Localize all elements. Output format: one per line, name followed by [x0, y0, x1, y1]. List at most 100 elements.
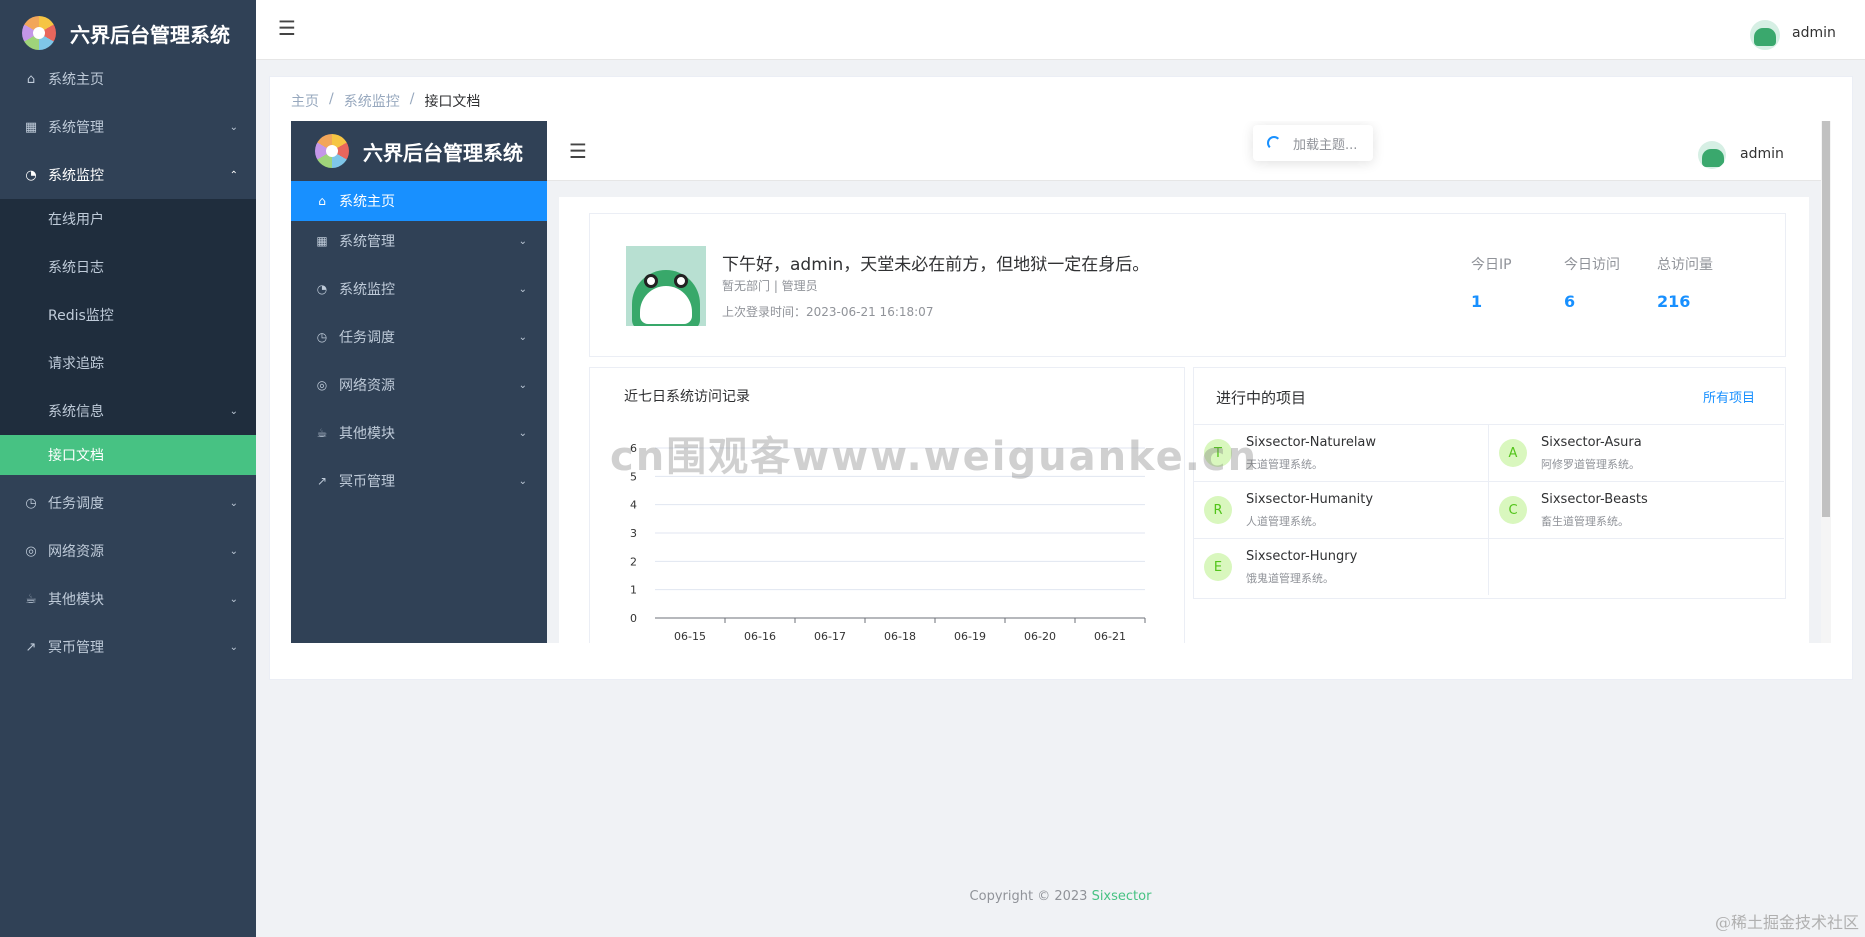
corner-watermark: @稀土掘金技术社区: [1714, 913, 1859, 932]
breadcrumb-monitor[interactable]: 系统监控: [344, 91, 400, 111]
project-item-empty: [1489, 538, 1784, 595]
last-login: 上次登录时间：2023-06-21 16:18:07: [722, 305, 934, 319]
sidebar-item-system-monitor[interactable]: ◔ 系统监控 ⌃: [0, 151, 256, 199]
sidebar-sub-online-users[interactable]: 在线用户: [0, 195, 256, 243]
inner-item-coin[interactable]: ↗ 冥币管理 ⌄: [291, 461, 547, 501]
stat-total-visits: 总访问量 216: [1657, 254, 1737, 311]
sidebar-sub-label: Redis监控: [48, 308, 114, 324]
project-item[interactable]: A Sixsector-Asura 阿修罗道管理系统。: [1489, 424, 1784, 481]
compass-icon: ◎: [25, 543, 37, 559]
sidebar-item-label: 任务调度: [48, 496, 104, 512]
sidebar-sub-system-info[interactable]: 系统信息 ⌄: [0, 387, 256, 435]
app-title: 六界后台管理系统: [70, 22, 230, 47]
inner-app-title: 六界后台管理系统: [363, 140, 523, 165]
sidebar-sub-label: 请求追踪: [48, 356, 104, 372]
inner-item-other[interactable]: ☕ 其他模块 ⌄: [291, 413, 547, 453]
project-desc: 阿修罗道管理系统。: [1541, 458, 1640, 471]
compass-icon: ◎: [316, 378, 328, 392]
avatar[interactable]: [1750, 20, 1780, 50]
chevron-down-icon: ⌄: [229, 497, 238, 509]
inner-item-system-monitor[interactable]: ◔ 系统监控 ⌄: [291, 269, 547, 309]
project-item[interactable]: C Sixsector-Beasts 畜生道管理系统。: [1489, 481, 1784, 538]
sidebar-sub-redis[interactable]: Redis监控: [0, 291, 256, 339]
grid-icon: ▦: [316, 234, 328, 248]
chevron-down-icon: ⌄: [518, 427, 527, 439]
sidebar-item-system-manage[interactable]: ▦ 系统管理 ⌄: [0, 103, 256, 151]
sidebar: 六界后台管理系统 ⌂ 系统主页 ▦ 系统管理 ⌄ ◔ 系统监控 ⌃ 在线用户 系…: [0, 0, 256, 937]
welcome-card: 下午好，admin，天堂未必在前方，但地狱一定在身后。 暂无部门 | 管理员 上…: [589, 213, 1786, 357]
inner-item-network[interactable]: ◎ 网络资源 ⌄: [291, 365, 547, 405]
home-icon: ⌂: [26, 71, 36, 87]
menu-fold-icon[interactable]: ☰: [569, 139, 587, 163]
x-tick-label: 06-15: [674, 630, 706, 643]
sidebar-sub-api-docs[interactable]: 接口文档: [0, 435, 256, 475]
scrollbar-thumb[interactable]: [1822, 121, 1830, 517]
scrollbar[interactable]: [1821, 121, 1831, 643]
inner-item-system-manage[interactable]: ▦ 系统管理 ⌄: [291, 221, 547, 261]
x-tick-label: 06-19: [954, 630, 986, 643]
sidebar-item-coin[interactable]: ↗ 冥币管理 ⌄: [0, 623, 256, 671]
stat-today-ip: 今日IP 1: [1471, 254, 1551, 311]
project-icon: A: [1499, 439, 1527, 467]
inner-logo[interactable]: 六界后台管理系统: [291, 121, 547, 181]
home-icon: ⌂: [318, 194, 326, 208]
inner-item-label: 其他模块: [339, 426, 395, 442]
visit-chart: 012345606-15 06-16 06-17 06-18 06-19 06-20 06-…: [630, 442, 1146, 643]
user-name[interactable]: admin: [1792, 25, 1836, 41]
chevron-down-icon: ⌄: [229, 641, 238, 653]
chevron-up-icon: ⌃: [229, 169, 238, 181]
chevron-down-icon: ⌄: [229, 405, 238, 417]
stat-label: 今日访问: [1564, 257, 1620, 273]
y-tick-label: 0: [630, 612, 637, 625]
chevron-down-icon: ⌄: [518, 235, 527, 247]
projects-title: 进行中的项目: [1216, 389, 1307, 407]
trend-icon: ↗: [25, 639, 37, 655]
sidebar-item-task[interactable]: ◷ 任务调度 ⌄: [0, 479, 256, 527]
project-desc: 饿鬼道管理系统。: [1246, 572, 1334, 585]
sidebar-item-home[interactable]: ⌂ 系统主页: [0, 55, 256, 103]
spinner-icon: [1267, 136, 1281, 150]
avatar[interactable]: [1698, 141, 1726, 169]
project-item[interactable]: R Sixsector-Humanity 人道管理系统。: [1194, 481, 1489, 538]
chart-panel: 近七日系统访问记录 0 1 2 3 4 5 6 06-15 06-16 06-17 06-18 06-…: [589, 367, 1185, 643]
dashboard-icon: ◔: [25, 167, 37, 183]
all-projects-link[interactable]: 所有项目: [1703, 387, 1755, 406]
breadcrumb-current: 接口文档: [424, 94, 481, 110]
stat-value: 216: [1657, 292, 1691, 311]
sidebar-sub-system-log[interactable]: 系统日志: [0, 243, 256, 291]
x-tick-label: 06-21: [1094, 630, 1126, 643]
inner-item-label: 系统监控: [339, 282, 395, 298]
project-name: Sixsector-Hungry: [1246, 549, 1358, 564]
inner-item-label: 网络资源: [339, 378, 395, 394]
cup-icon: ☕: [316, 426, 328, 440]
project-icon: E: [1204, 553, 1232, 581]
copyright-text: Copyright © 2023: [969, 889, 1092, 904]
clock-icon: ◷: [316, 330, 328, 344]
footer-brand-link[interactable]: Sixsector: [1092, 889, 1152, 904]
api-doc-frame: 六界后台管理系统 ⌂ 系统主页 ▦ 系统管理 ⌄ ◔ 系统监控 ⌄ ◷ 任务调度…: [291, 121, 1831, 643]
menu-fold-icon[interactable]: ☰: [278, 16, 296, 40]
project-item[interactable]: E Sixsector-Hungry 饿鬼道管理系统。: [1194, 538, 1489, 595]
clock-icon: ◷: [25, 495, 37, 511]
inner-item-label: 冥币管理: [339, 474, 395, 490]
breadcrumb-home[interactable]: 主页: [291, 91, 319, 111]
project-name: Sixsector-Beasts: [1541, 492, 1648, 507]
dashboard-icon: ◔: [316, 282, 328, 296]
top-header: ☰ admin: [256, 0, 1865, 60]
loading-toast: 加载主题...: [1253, 125, 1373, 161]
sidebar-sub-trace[interactable]: 请求追踪: [0, 339, 256, 387]
sidebar-item-network[interactable]: ◎ 网络资源 ⌄: [0, 527, 256, 575]
y-tick-label: 2: [630, 555, 637, 568]
user-name[interactable]: admin: [1740, 146, 1784, 162]
inner-item-home[interactable]: ⌂ 系统主页: [291, 181, 547, 221]
grid-icon: ▦: [24, 119, 38, 135]
greeting: 下午好，admin，天堂未必在前方，但地狱一定在身后。: [722, 255, 1150, 275]
project-name: Sixsector-Humanity: [1246, 492, 1374, 507]
inner-sidebar: 六界后台管理系统 ⌂ 系统主页 ▦ 系统管理 ⌄ ◔ 系统监控 ⌄ ◷ 任务调度…: [291, 121, 547, 643]
cup-icon: ☕: [25, 591, 37, 607]
loading-text: 加载主题...: [1293, 137, 1358, 153]
sidebar-sub-label: 系统日志: [48, 260, 104, 276]
sidebar-item-label: 网络资源: [48, 544, 104, 560]
inner-item-task[interactable]: ◷ 任务调度 ⌄: [291, 317, 547, 357]
sidebar-item-other[interactable]: ☕ 其他模块 ⌄: [0, 575, 256, 623]
